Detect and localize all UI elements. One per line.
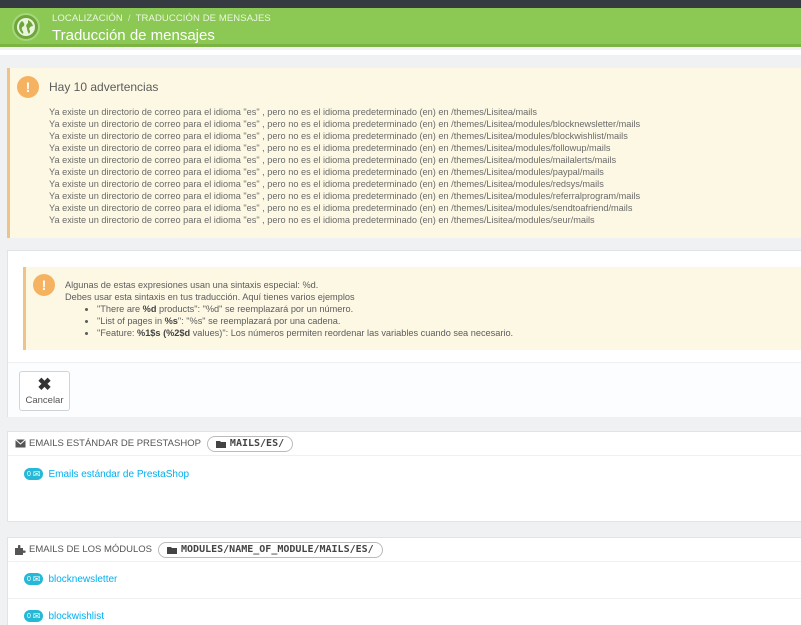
cancel-button[interactable]: ✖ Cancelar bbox=[19, 371, 70, 411]
puzzle-icon bbox=[15, 544, 26, 555]
breadcrumb-separator: / bbox=[127, 13, 131, 24]
warning-item: Ya existe un directorio de correo para e… bbox=[49, 155, 617, 165]
warning-item: Ya existe un directorio de correo para e… bbox=[49, 119, 641, 129]
envelope-icon: ✉ bbox=[32, 468, 41, 479]
syntax-info-alert: ! Algunas de estas expresiones usan una … bbox=[23, 267, 801, 350]
folder-icon bbox=[215, 440, 226, 448]
close-icon: ✖ bbox=[37, 375, 52, 394]
top-bar bbox=[0, 0, 801, 8]
page-header: LOCALIZACIÓN / TRADUCCIÓN DE MENSAJES Trad… bbox=[0, 8, 801, 47]
mail-link-blocknewsletter[interactable]: 0 ✉ blocknewsletter bbox=[24, 573, 117, 585]
mail-count-badge: 0 ✉ bbox=[24, 610, 44, 622]
syntax-example: "List of pages in %s": "%s" se reemplaza… bbox=[97, 315, 513, 327]
warning-item: Ya existe un directorio de correo para e… bbox=[49, 179, 604, 189]
row-divider bbox=[8, 598, 801, 599]
syntax-examples-list: "There are %d products": "%d" se reempla… bbox=[97, 303, 513, 339]
section-header: EMAILS ESTÁNDAR DE PRESTASHOP MAILS/ES/ bbox=[8, 432, 801, 456]
syntax-info-text: Algunas de estas expresiones usan una si… bbox=[65, 279, 513, 339]
warning-item: Ya existe un directorio de correo para e… bbox=[49, 203, 633, 213]
envelope-icon: ✉ bbox=[32, 610, 41, 621]
mail-link-standard[interactable]: 0 ✉ Emails estándar de PrestaShop bbox=[24, 468, 189, 480]
section-standard-emails: EMAILS ESTÁNDAR DE PRESTASHOP MAILS/ES/ … bbox=[7, 431, 801, 522]
mail-count-badge: 0 ✉ bbox=[24, 468, 44, 480]
breadcrumb: LOCALIZACIÓN / TRADUCCIÓN DE MENSAJES bbox=[52, 13, 271, 24]
section-module-emails: EMAILS DE LOS MÓDULOS MODULES/NAME_OF_MO… bbox=[7, 537, 801, 625]
path-text: MAILS/ES/ bbox=[229, 438, 285, 449]
breadcrumb-item-traduccion[interactable]: TRADUCCIÓN DE MENSAJES bbox=[136, 13, 271, 24]
cancel-button-label: Cancelar bbox=[25, 395, 64, 406]
header-spacer bbox=[0, 50, 801, 55]
folder-icon bbox=[167, 546, 178, 554]
section-title: EMAILS DE LOS MÓDULOS bbox=[29, 544, 153, 555]
warning-item: Ya existe un directorio de correo para e… bbox=[49, 167, 604, 177]
path-badge: MAILS/ES/ bbox=[206, 435, 294, 452]
mail-link-label: Emails estándar de PrestaShop bbox=[48, 468, 190, 480]
warning-icon: ! bbox=[33, 274, 55, 296]
warning-item: Ya existe un directorio de correo para e… bbox=[49, 131, 628, 141]
syntax-example: "Feature: %1$s (%2$d values)": Los númer… bbox=[97, 327, 513, 339]
syntax-example: "There are %d products": "%d" se reempla… bbox=[97, 303, 513, 315]
warning-icon: ! bbox=[17, 76, 39, 98]
panel-footer: ✖ Cancelar bbox=[8, 362, 801, 417]
mail-link-label: blocknewsletter bbox=[48, 573, 118, 585]
warning-item: Ya existe un directorio de correo para e… bbox=[49, 191, 641, 201]
syntax-info-line: Algunas de estas expresiones usan una si… bbox=[65, 280, 319, 290]
breadcrumb-item-localizacion[interactable]: LOCALIZACIÓN bbox=[52, 13, 123, 24]
warnings-list: Ya existe un directorio de correo para e… bbox=[49, 106, 640, 226]
globe-icon bbox=[12, 13, 40, 41]
envelope-icon bbox=[15, 439, 26, 448]
warning-item: Ya existe un directorio de correo para e… bbox=[49, 215, 595, 225]
mail-link-blockwishlist[interactable]: 0 ✉ blockwishlist bbox=[24, 610, 104, 622]
warnings-alert: ! Hay 10 advertencias Ya existe un direc… bbox=[7, 68, 801, 238]
translation-panel: ! Algunas de estas expresiones usan una … bbox=[7, 250, 801, 417]
path-badge: MODULES/NAME_OF_MODULE/MAILS/ES/ bbox=[158, 541, 383, 558]
section-header: EMAILS DE LOS MÓDULOS MODULES/NAME_OF_MO… bbox=[8, 538, 801, 562]
page-title: Traducción de mensajes bbox=[52, 27, 215, 44]
syntax-info-line: Debes usar esta sintaxis en tus traducci… bbox=[65, 292, 355, 302]
mail-link-label: blockwishlist bbox=[48, 610, 105, 622]
warnings-title: Hay 10 advertencias bbox=[49, 80, 159, 94]
envelope-icon: ✉ bbox=[32, 573, 41, 584]
mail-count-badge: 0 ✉ bbox=[24, 573, 44, 585]
warning-item: Ya existe un directorio de correo para e… bbox=[49, 143, 611, 153]
path-text: MODULES/NAME_OF_MODULE/MAILS/ES/ bbox=[181, 544, 374, 555]
section-title: EMAILS ESTÁNDAR DE PRESTASHOP bbox=[29, 438, 201, 449]
warning-item: Ya existe un directorio de correo para e… bbox=[49, 107, 537, 117]
